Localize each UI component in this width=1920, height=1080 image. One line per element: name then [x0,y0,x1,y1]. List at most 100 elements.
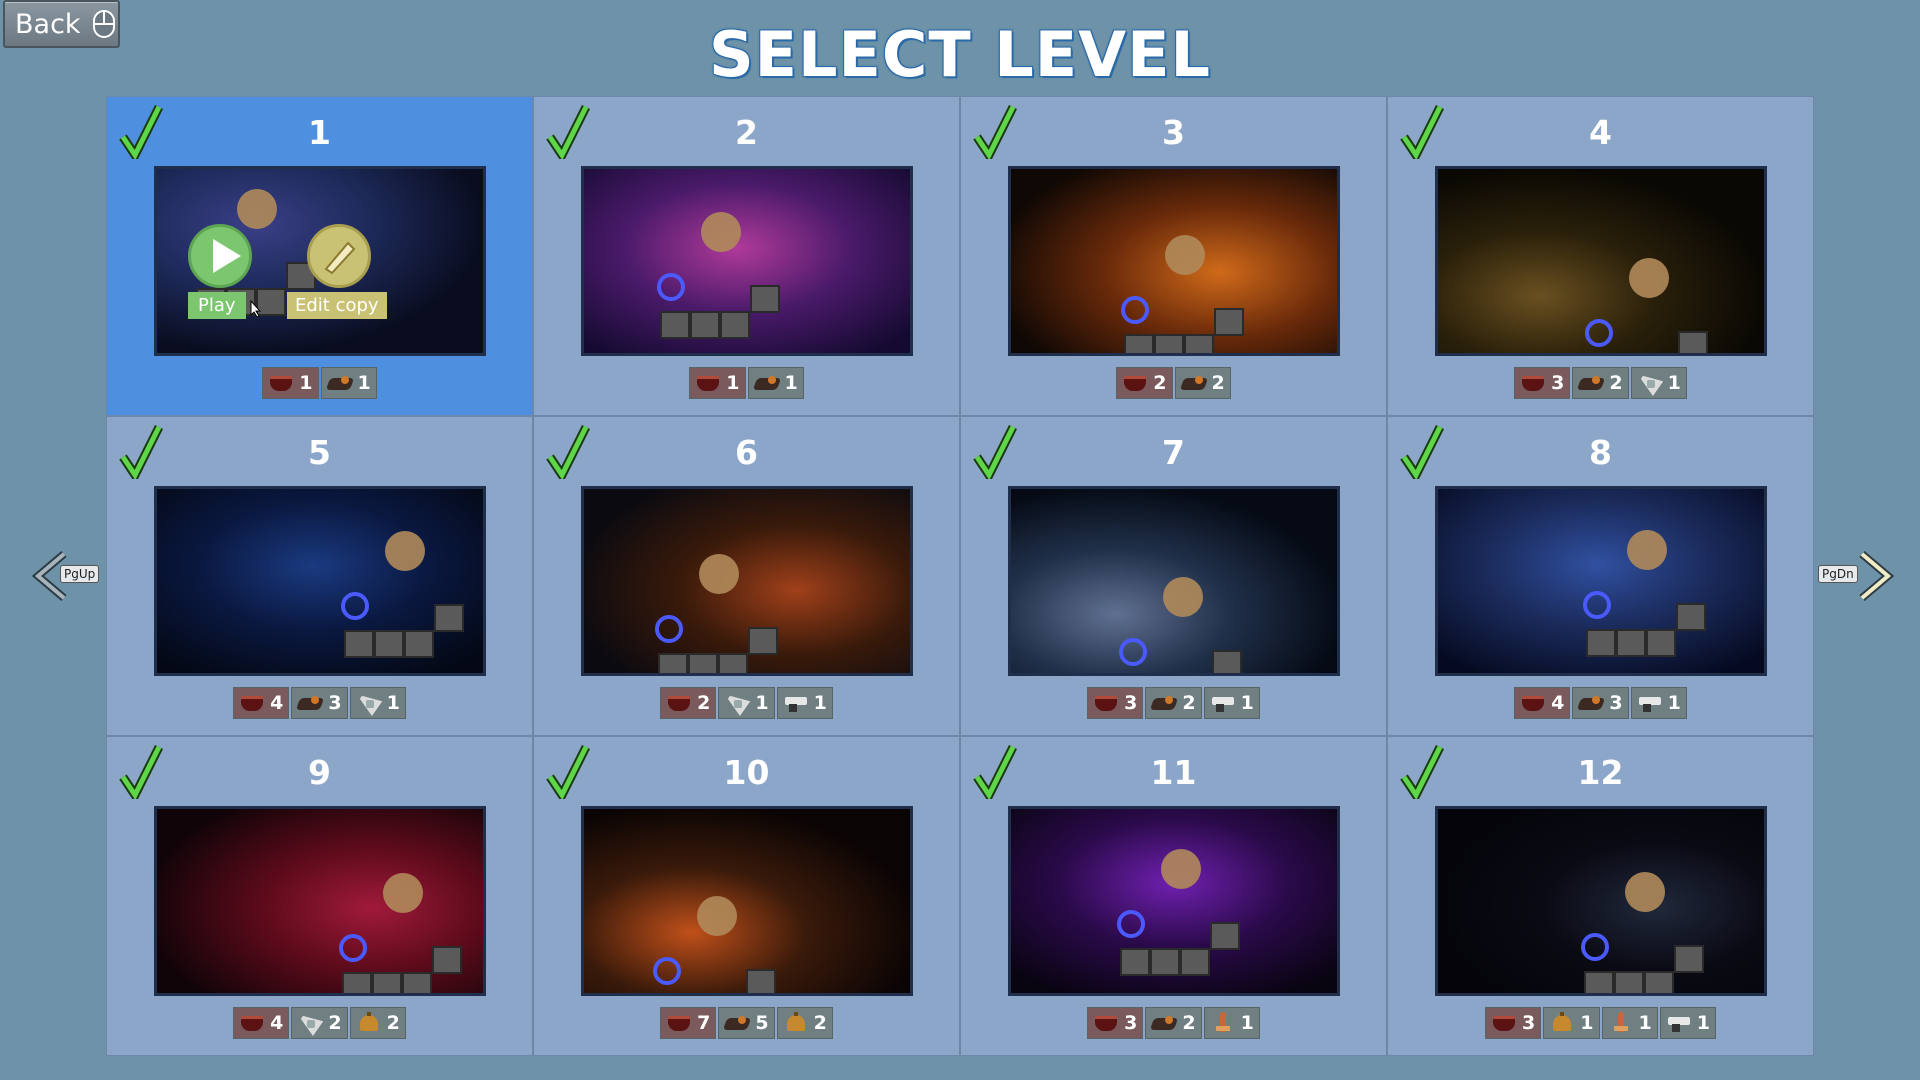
ship-icon [297,692,323,714]
level-card[interactable]: 9 4 2 2 [106,736,533,1056]
level-preview[interactable] [154,806,486,996]
level-card[interactable]: 8 4 3 1 [1387,416,1814,736]
stat-count: 2 [1211,372,1225,394]
bell-icon [783,1012,809,1034]
stat-count: 3 [1551,372,1565,394]
level-number: 12 [1577,753,1624,792]
level-preview[interactable] [1435,166,1767,356]
stat-badge: 1 [689,367,746,399]
stat-badge: 1 [1659,1007,1716,1039]
rocket-icon [1210,1012,1236,1034]
gun-icon [1637,692,1663,714]
cup-icon [239,1012,265,1034]
level-number: 8 [1589,433,1612,472]
stat-count: 3 [1522,1012,1536,1034]
level-card[interactable]: 10 7 5 2 [533,736,960,1056]
stat-badge: 1 [1543,1007,1600,1039]
prev-page-button[interactable]: PgUp [30,550,110,602]
level-preview-image [1438,809,1764,993]
level-card[interactable]: 7 3 2 1 [960,416,1387,736]
stat-count: 1 [1667,692,1681,714]
level-number: 1 [308,113,331,152]
level-card[interactable]: 6 2 1 1 [533,416,960,736]
level-number: 2 [735,113,758,152]
level-card[interactable]: 11 3 2 1 [960,736,1387,1056]
stat-count: 1 [1580,1012,1594,1034]
level-stats: 22 [961,367,1386,399]
ship-icon [754,372,780,394]
level-number: 10 [723,753,770,792]
level-preview[interactable] [581,486,913,676]
stat-count: 2 [697,692,711,714]
ship-icon [1578,372,1604,394]
pencil-icon[interactable] [307,224,371,288]
level-preview-image [157,809,483,993]
ship-icon [1151,692,1177,714]
level-preview[interactable] [581,806,913,996]
stat-count: 1 [784,372,798,394]
level-preview-image [1011,489,1337,673]
stat-count: 1 [1667,372,1681,394]
satellite-icon [1637,372,1663,394]
level-preview[interactable] [154,486,486,676]
level-preview-image [1438,489,1764,673]
satellite-icon [724,692,750,714]
next-page-button[interactable]: PgDn [1818,550,1898,602]
level-number: 5 [308,433,331,472]
level-card[interactable]: 4 3 2 1 [1387,96,1814,416]
stat-badge: 3 [1572,687,1629,719]
level-preview-image [1011,169,1337,353]
stat-badge: 2 [776,1007,833,1039]
level-stats: 7 5 2 [534,1007,959,1039]
level-preview[interactable] [1435,486,1767,676]
level-stats: 4 3 1 [107,687,532,719]
level-preview[interactable] [1008,166,1340,356]
level-card[interactable]: 12 3 1 1 1 [1387,736,1814,1056]
stat-count: 4 [270,1012,284,1034]
stat-badge: 3 [1514,367,1571,399]
edit-copy-button[interactable]: Edit copy [287,292,387,319]
level-card[interactable]: 322 [960,96,1387,416]
stat-badge: 1 [718,687,775,719]
stat-count: 2 [1153,372,1167,394]
pgdn-key-label: PgDn [1818,565,1858,583]
stat-count: 1 [726,372,740,394]
stat-badge: 1 [1630,687,1687,719]
level-card[interactable]: 5 4 3 1 [106,416,533,736]
level-stats: 4 2 2 [107,1007,532,1039]
stat-badge: 4 [233,687,290,719]
bell-icon [356,1012,382,1034]
satellite-icon [356,692,382,714]
stat-count: 2 [328,1012,342,1034]
stat-count: 5 [755,1012,769,1034]
bell-icon [1549,1012,1575,1034]
cup-icon [1093,1012,1119,1034]
level-preview[interactable] [581,166,913,356]
ship-icon [327,372,353,394]
level-number: 6 [735,433,758,472]
level-card[interactable]: 1 Play Edit copy 1 1 [106,96,533,416]
level-preview[interactable] [1008,486,1340,676]
satellite-icon [297,1012,323,1034]
level-preview[interactable] [1008,806,1340,996]
stat-count: 1 [357,372,371,394]
cup-icon [1122,372,1148,394]
level-stats: 11 [107,367,532,399]
stat-badge: 2 [1145,687,1202,719]
level-grid: 1 Play Edit copy 1 1 2 1 1 3 2 2 4 3 2 1 5 4 3 1 6 2 1 1 7 3 2 1 8 4… [106,96,1814,1056]
level-number: 11 [1150,753,1197,792]
stat-count: 1 [813,692,827,714]
level-preview[interactable] [1435,806,1767,996]
stat-badge: 2 [1145,1007,1202,1039]
stat-count: 1 [1240,692,1254,714]
stat-badge: 1 [349,687,406,719]
gun-icon [1666,1012,1692,1034]
cup-icon [1491,1012,1517,1034]
stat-count: 2 [1609,372,1623,394]
stat-badge: 3 [291,687,348,719]
play-button[interactable]: Play [188,292,246,319]
play-icon[interactable] [188,224,252,288]
stat-badge: 2 [1174,367,1231,399]
level-card[interactable]: 2 1 1 [533,96,960,416]
level-preview-image [1438,169,1764,353]
